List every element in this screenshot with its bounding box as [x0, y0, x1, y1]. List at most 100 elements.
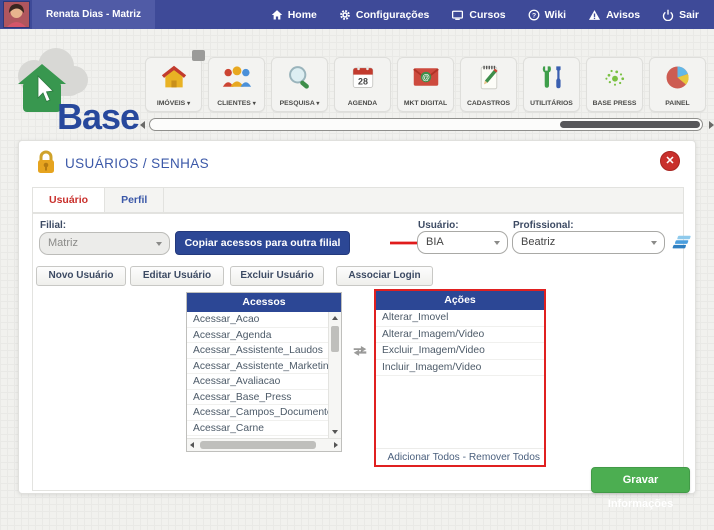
- user-chip[interactable]: Renata Dias - Matriz: [32, 0, 155, 29]
- list-item[interactable]: Acessar_Campos_Documentos: [187, 405, 328, 421]
- list-item[interactable]: Acessar_Agenda: [187, 328, 328, 344]
- question-icon: ?: [528, 9, 540, 21]
- toolbar-utilitarios-label: UTILITÁRIOS: [530, 100, 573, 107]
- tools-icon: [540, 64, 564, 91]
- gear-icon: [339, 9, 351, 21]
- close-icon[interactable]: ✕: [660, 151, 680, 171]
- scroll-up-arrow-icon[interactable]: [332, 316, 338, 320]
- profissional-value: Beatriz: [521, 236, 555, 248]
- profissional-label: Profissional:: [513, 220, 574, 231]
- toolbar-cadastros-label: CADASTROS: [467, 100, 510, 107]
- notification-bubble-icon: [192, 50, 205, 61]
- list-item[interactable]: Acessar_Avaliacao: [187, 374, 328, 390]
- list-item[interactable]: Incluir_Imagem/Video: [376, 360, 544, 377]
- svg-text:?: ?: [532, 12, 536, 19]
- editar-usuario-button[interactable]: Editar Usuário: [130, 266, 224, 286]
- list-item[interactable]: Acessar_Carne: [187, 421, 328, 437]
- toolbar-cadastros[interactable]: CADASTROS: [460, 57, 517, 112]
- menu-avisos[interactable]: Avisos: [577, 0, 651, 29]
- associar-login-button[interactable]: Associar Login: [336, 266, 433, 286]
- menu-sair-label: Sair: [679, 9, 699, 21]
- acessos-horizontal-scrollbar[interactable]: [187, 438, 341, 451]
- toolbar-scrollbar-track[interactable]: [149, 118, 703, 131]
- list-item[interactable]: Alterar_Imagem/Video: [376, 327, 544, 344]
- avatar-image: [4, 2, 29, 27]
- adicionar-todos-link[interactable]: Adicionar Todos: [387, 452, 459, 463]
- usuario-select[interactable]: BIA: [417, 231, 508, 254]
- toolbar-imoveis[interactable]: IMÓVEIS ▾: [145, 57, 202, 112]
- svg-text:@: @: [422, 73, 430, 82]
- calendar-day: 28: [358, 76, 368, 86]
- toolbar-scrollbar-thumb[interactable]: [560, 121, 700, 128]
- layers-icon[interactable]: [670, 234, 692, 256]
- menu-configuracoes[interactable]: Configurações: [328, 0, 441, 29]
- gravar-informacoes-button[interactable]: Gravar Informações: [591, 467, 690, 493]
- toolbar-clientes[interactable]: CLIENTES ▾: [208, 57, 265, 112]
- list-item[interactable]: Acessar_Assistente_Marketing: [187, 359, 328, 375]
- toolbar-utilitarios[interactable]: UTILITÁRIOS: [523, 57, 580, 112]
- profissional-select[interactable]: Beatriz: [512, 231, 665, 254]
- list-item[interactable]: Alterar_Imovel: [376, 310, 544, 327]
- house-icon: [160, 64, 188, 90]
- acessos-vertical-scrollbar[interactable]: [328, 312, 341, 438]
- search-icon: [286, 64, 313, 91]
- scroll-right-arrow-icon[interactable]: [709, 121, 714, 129]
- scroll-right-arrow-icon[interactable]: [334, 442, 338, 448]
- tab-bar: Usuário Perfil: [32, 187, 684, 213]
- chevron-down-icon: [494, 241, 500, 245]
- acoes-listbox-highlighted: Ações Alterar_Imovel Alterar_Imagem/Vide…: [374, 289, 546, 467]
- list-item[interactable]: Acessar_Assistente_Laudos: [187, 343, 328, 359]
- acessos-list: Acessar_Acao Acessar_Agenda Acessar_Assi…: [187, 312, 328, 440]
- chevron-down-icon: ▾: [187, 101, 190, 107]
- usuarios-senhas-dialog: USUÁRIOS / SENHAS ✕ Usuário Perfil Filia…: [18, 140, 696, 494]
- filial-select[interactable]: Matriz: [39, 232, 170, 255]
- scroll-left-arrow-icon[interactable]: [190, 442, 194, 448]
- toolbar-base-press-label: BASE PRESS: [593, 100, 637, 107]
- toolbar-painel-label: PAINEL: [665, 100, 689, 107]
- list-item[interactable]: Excluir_Imagem/Video: [376, 343, 544, 360]
- menu-home[interactable]: Home: [260, 0, 328, 29]
- toolbar-painel[interactable]: PAINEL: [649, 57, 706, 112]
- tab-usuario[interactable]: Usuário: [33, 188, 105, 212]
- menu-sair[interactable]: Sair: [651, 0, 710, 29]
- home-icon: [271, 9, 283, 21]
- footer-separator: -: [460, 452, 469, 463]
- menu-avisos-label: Avisos: [606, 9, 640, 21]
- toolbar-pesquisa[interactable]: PESQUISA ▾: [271, 57, 328, 112]
- list-item[interactable]: Acessar_Base_Press: [187, 390, 328, 406]
- usuario-label: Usuário:: [418, 220, 459, 231]
- chevron-down-icon: ▾: [253, 101, 256, 107]
- scroll-left-arrow-icon[interactable]: [140, 121, 145, 129]
- power-icon: [662, 9, 674, 21]
- menu-wiki[interactable]: ? Wiki: [517, 0, 578, 29]
- toolbar-agenda[interactable]: 28 AGENDA: [334, 57, 391, 112]
- copy-access-button[interactable]: Copiar acessos para outra filial: [175, 231, 350, 255]
- menu-wiki-label: Wiki: [545, 9, 567, 21]
- tab-perfil[interactable]: Perfil: [105, 188, 164, 212]
- list-item[interactable]: Acessar_Acao: [187, 312, 328, 328]
- scroll-down-arrow-icon[interactable]: [332, 430, 338, 434]
- acessos-hscroll-thumb[interactable]: [200, 441, 316, 449]
- excluir-usuario-button[interactable]: Excluir Usuário: [230, 266, 324, 286]
- toolbar-pesquisa-label: PESQUISA: [280, 100, 315, 107]
- app-root: Renata Dias - Matriz Home Configurações …: [0, 0, 714, 530]
- chevron-down-icon: ▾: [316, 101, 319, 107]
- user-avatar: [3, 1, 30, 28]
- transfer-arrows-icon: [351, 344, 369, 362]
- acoes-list: Alterar_Imovel Alterar_Imagem/Video Excl…: [376, 310, 544, 449]
- warning-icon: [588, 9, 601, 21]
- top-menu: Home Configurações Cursos ? Wiki Avisos …: [260, 0, 710, 29]
- dots-icon: [601, 65, 629, 89]
- menu-cursos-label: Cursos: [469, 9, 505, 21]
- novo-usuario-button[interactable]: Novo Usuário: [36, 266, 126, 286]
- calendar-icon: 28: [350, 64, 376, 90]
- tab-content: Filial: Matriz Copiar acessos para outra…: [32, 213, 684, 491]
- toolbar-mkt-digital-label: MKT DIGITAL: [404, 100, 447, 107]
- toolbar-mkt-digital[interactable]: @ MKT DIGITAL: [397, 57, 454, 112]
- chevron-down-icon: [156, 242, 162, 246]
- menu-cursos[interactable]: Cursos: [440, 0, 516, 29]
- acessos-vscroll-thumb[interactable]: [331, 326, 339, 352]
- toolbar-base-press[interactable]: BASE PRESS: [586, 57, 643, 112]
- remover-todos-link[interactable]: Remover Todos: [469, 452, 540, 463]
- acoes-header: Ações: [376, 291, 544, 310]
